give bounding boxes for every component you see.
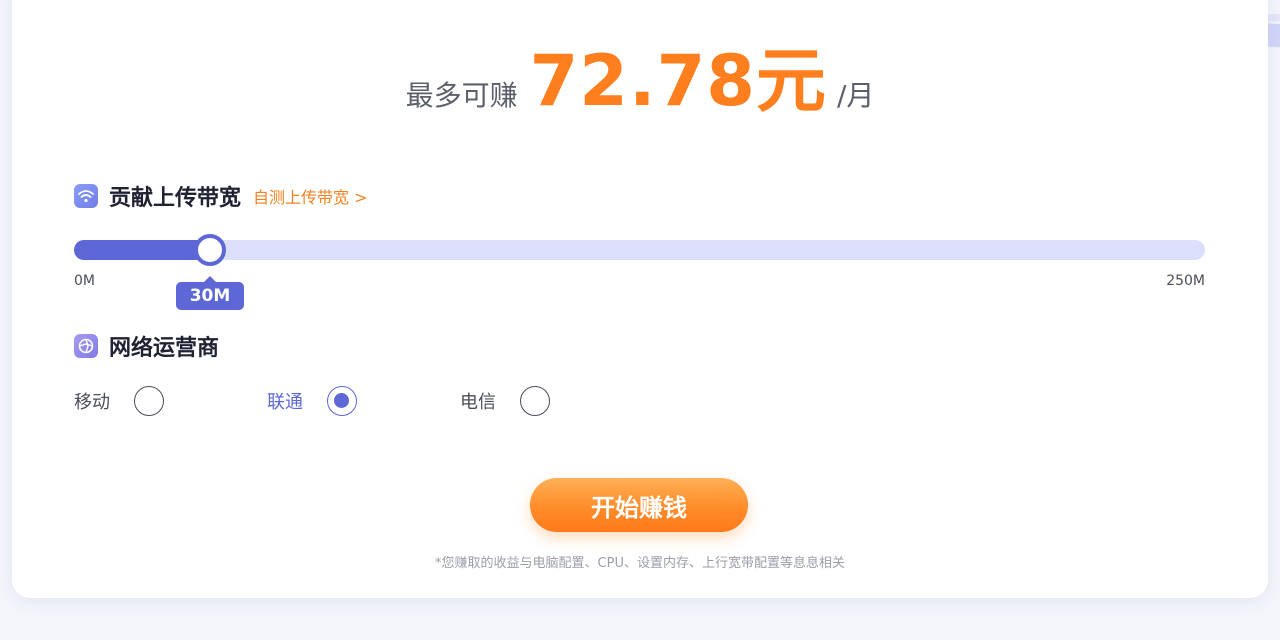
bandwidth-section-title: 贡献上传带宽 自测上传带宽 >: [74, 180, 368, 212]
earnings-card: 最多可赚 72.78元 /月 贡献上传带宽 自测上传带宽 > 30M 0M 25…: [12, 0, 1268, 598]
earnings-amount: 72.78元: [529, 40, 827, 122]
earnings-suffix: /月: [837, 79, 875, 112]
isp-option-telecom[interactable]: 电信: [460, 386, 653, 416]
slider-min-label: 0M: [74, 273, 95, 289]
slider-max-label: 250M: [1166, 273, 1205, 289]
earnings-prefix: 最多可赚: [405, 79, 518, 112]
isp-title: 网络运营商: [109, 336, 220, 361]
start-earning-button[interactable]: 开始赚钱: [530, 478, 748, 532]
isp-option-label: 移动: [74, 392, 110, 413]
radio-button[interactable]: [520, 386, 550, 416]
test-bandwidth-link[interactable]: 自测上传带宽 >: [253, 184, 368, 208]
isp-option-mobile[interactable]: 移动: [74, 386, 267, 416]
earnings-display: 最多可赚 72.78元 /月: [12, 46, 1268, 116]
slider-value-tooltip: 30M: [176, 276, 244, 310]
slider-thumb[interactable]: [194, 234, 226, 266]
page: 最多可赚 72.78元 /月 贡献上传带宽 自测上传带宽 > 30M 0M 25…: [0, 0, 1280, 640]
disclaimer-text: *您赚取的收益与电脑配置、CPU、设置内存、上行宽带配置等息息相关: [435, 556, 845, 571]
network-icon: [74, 334, 98, 358]
radio-button[interactable]: [327, 386, 357, 416]
isp-option-unicom[interactable]: 联通: [267, 386, 460, 416]
isp-option-label: 联通: [267, 392, 303, 413]
radio-button[interactable]: [134, 386, 164, 416]
bandwidth-slider[interactable]: 30M: [74, 234, 1205, 310]
isp-section-title: 网络运营商: [74, 330, 219, 362]
isp-options: 移动 联通 电信: [74, 386, 653, 416]
wifi-icon: [74, 184, 98, 208]
isp-option-label: 电信: [460, 392, 496, 413]
bandwidth-title: 贡献上传带宽: [109, 186, 242, 211]
